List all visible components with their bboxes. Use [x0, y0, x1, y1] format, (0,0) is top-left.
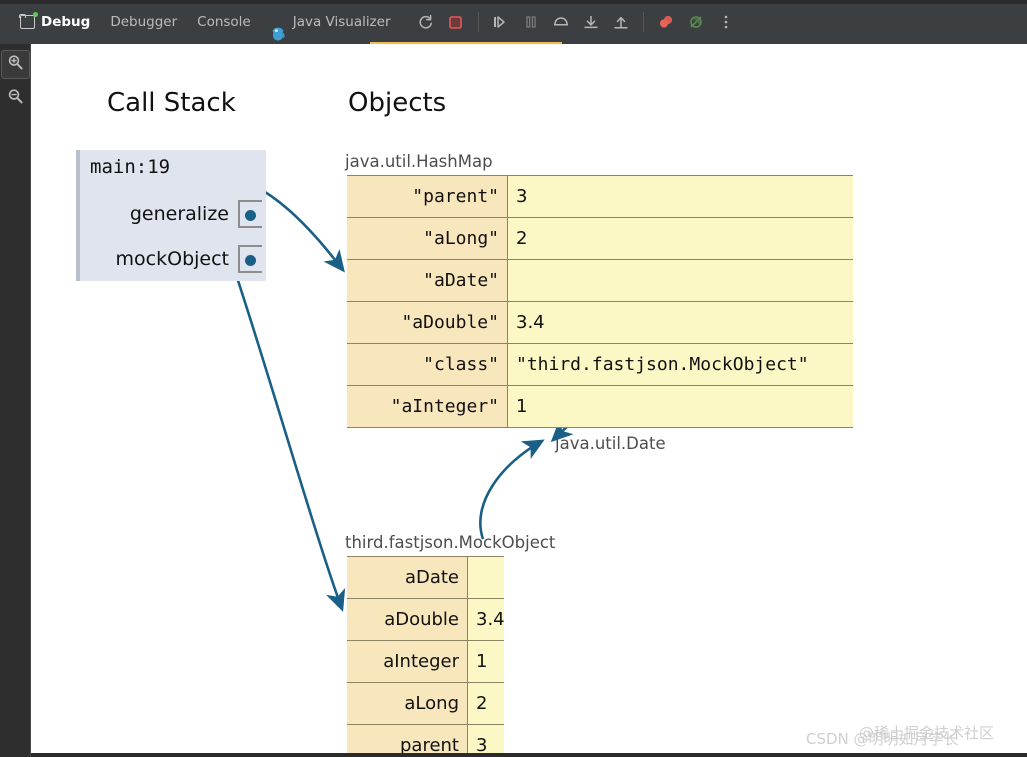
- mockobject-pointer-dot: [245, 255, 256, 266]
- hashmap-value-3: 3.4: [507, 301, 853, 344]
- visualizer-left-rail: [0, 44, 31, 757]
- mockobject-key-0: aDate: [347, 556, 468, 599]
- arrow-mockobject-adate-to-date: [479, 439, 545, 540]
- mockobject-key-4: parent: [347, 724, 468, 753]
- tab-debug[interactable]: Debug: [10, 0, 100, 44]
- debug-action-buttons: [411, 9, 741, 35]
- table-row[interactable]: "aInteger" 1: [347, 385, 853, 428]
- table-row[interactable]: parent 3: [347, 724, 504, 753]
- window-bottom-edge: [31, 753, 1027, 757]
- rerun-button[interactable]: [413, 9, 439, 35]
- tab-console[interactable]: Console: [187, 0, 261, 44]
- stop-button[interactable]: [443, 9, 469, 35]
- stack-variable-generalize-label: generalize: [129, 203, 229, 225]
- hashmap-value-5: 1: [507, 385, 853, 428]
- mockobject-pointer-slot[interactable]: [238, 245, 262, 273]
- visualizer-canvas: Call Stack Objects main:19 generalize mo…: [31, 44, 1027, 753]
- mockobject-value-3: 2: [467, 682, 504, 725]
- step-over-button[interactable]: [548, 9, 574, 35]
- mockobject-value-0: [467, 556, 504, 599]
- mockobject-type-label: third.fastjson.MockObject: [345, 533, 556, 552]
- hashmap-value-1: 2: [507, 217, 853, 260]
- hashmap-value-2: [507, 259, 853, 302]
- table-row[interactable]: "parent" 3: [347, 175, 853, 218]
- step-out-button[interactable]: [608, 9, 634, 35]
- call-stack-frame[interactable]: main:19 generalize mockObject: [76, 150, 266, 281]
- hashmap-value-0: 3: [507, 175, 853, 218]
- table-row[interactable]: "aDouble" 3.4: [347, 301, 853, 344]
- date-object-label: java.util.Date: [555, 434, 666, 453]
- generalize-pointer-dot: [245, 210, 256, 221]
- mockobject-value-1: 3.4: [467, 598, 505, 641]
- hashmap-key-0: "parent": [347, 175, 508, 218]
- tab-console-label: Console: [197, 14, 251, 30]
- step-into-button[interactable]: [578, 9, 604, 35]
- magnifier-minus-icon: [7, 88, 24, 109]
- mockobject-key-3: aLong: [347, 682, 468, 725]
- hashmap-key-3: "aDouble": [347, 301, 508, 344]
- debug-panel-icon: [19, 12, 38, 29]
- hashmap-key-1: "aLong": [347, 217, 508, 260]
- hashmap-table[interactable]: "parent" 3 "aLong" 2 "aDate" "aDouble" 3…: [347, 175, 853, 428]
- table-row[interactable]: aLong 2: [347, 682, 504, 725]
- toolbar-divider-1: [477, 12, 479, 32]
- hashmap-key-5: "aInteger": [347, 385, 508, 428]
- more-options-button[interactable]: [713, 9, 739, 35]
- watermark-csdn: CSDN @明明如月学长: [806, 730, 959, 748]
- stack-variable-generalize[interactable]: generalize: [80, 198, 262, 230]
- tab-debugger[interactable]: Debugger: [100, 0, 187, 44]
- objects-title: Objects: [348, 88, 447, 118]
- mockobject-key-1: aDouble: [347, 598, 468, 641]
- table-row[interactable]: "aLong" 2: [347, 217, 853, 260]
- java-cup-icon: [271, 15, 287, 41]
- view-breakpoints-button[interactable]: [653, 9, 679, 35]
- tab-java-visualizer-label: Java Visualizer: [292, 14, 391, 30]
- stack-frame-title: main:19: [90, 156, 171, 178]
- table-row[interactable]: aInteger 1: [347, 640, 504, 683]
- debug-toolbar: Debug Debugger Console Java Visualizer: [0, 0, 1027, 44]
- hashmap-type-label: java.util.HashMap: [345, 152, 493, 171]
- hashmap-key-4: "class": [347, 343, 508, 386]
- magnifier-plus-icon: [7, 54, 24, 75]
- mute-breakpoints-button[interactable]: [683, 9, 709, 35]
- mockobject-value-2: 1: [467, 640, 504, 683]
- call-stack-title: Call Stack: [107, 88, 236, 118]
- pause-button[interactable]: [518, 9, 544, 35]
- hashmap-key-2: "aDate": [347, 259, 508, 302]
- tab-java-visualizer[interactable]: Java Visualizer: [261, 0, 401, 44]
- table-row[interactable]: "aDate": [347, 259, 853, 302]
- zoom-in-button[interactable]: [0, 50, 30, 79]
- stack-variable-mockobject[interactable]: mockObject: [80, 243, 262, 275]
- table-row[interactable]: "class" "third.fastjson.MockObject": [347, 343, 853, 386]
- mockobject-key-2: aInteger: [347, 640, 468, 683]
- active-tab-underline: [370, 42, 562, 44]
- toolbar-top-edge: [0, 0, 1027, 4]
- generalize-pointer-slot[interactable]: [238, 200, 262, 228]
- hashmap-value-4: "third.fastjson.MockObject": [507, 343, 853, 386]
- tab-debugger-label: Debugger: [110, 14, 178, 30]
- zoom-out-button[interactable]: [2, 85, 29, 112]
- stack-variable-mockobject-label: mockObject: [115, 248, 229, 270]
- table-row[interactable]: aDouble 3.4: [347, 598, 505, 641]
- tab-debug-label: Debug: [41, 14, 91, 30]
- mockobject-value-4: 3: [467, 724, 504, 753]
- resume-button[interactable]: [488, 9, 514, 35]
- mockobject-table[interactable]: aDate aDouble 3.4 aInteger 1 aLong 2 par…: [347, 556, 505, 753]
- toolbar-divider-2: [642, 12, 644, 32]
- table-row[interactable]: aDate: [347, 556, 504, 599]
